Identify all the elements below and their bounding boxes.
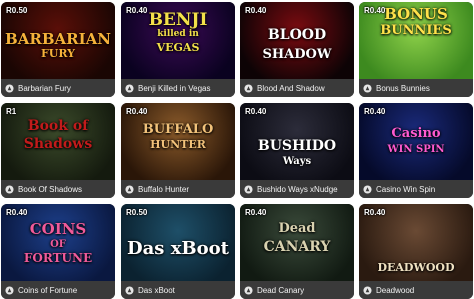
game-tile[interactable]: BENJI killed in VEGAS R0.40 Benji Killed in …	[121, 2, 235, 97]
provider-logo-icon	[363, 184, 372, 194]
game-grid: BARBARIAN FURY R0.50 Barbarian Fury BENJI kil…	[0, 0, 474, 299]
provider-logo-icon	[363, 83, 372, 93]
thumbnail-title-text: WIN SPIN	[387, 144, 445, 155]
game-caption-bar[interactable]: Blood And Shadow	[240, 79, 354, 97]
game-name[interactable]: Bonus Bunnies	[376, 84, 430, 93]
game-caption-bar[interactable]: Bushido Ways xNudge	[240, 180, 354, 198]
game-caption-bar[interactable]: Bonus Bunnies	[359, 79, 473, 97]
thumbnail-title-text: FORTUNE	[23, 251, 93, 265]
thumbnail-title-text: SHADOW	[262, 47, 332, 62]
game-name[interactable]: Bushido Ways xNudge	[257, 185, 338, 194]
min-bet-label: R0.40	[245, 107, 267, 116]
min-bet-label: R0.40	[364, 208, 386, 217]
provider-logo-icon	[363, 285, 372, 295]
min-bet-label: R0.40	[245, 6, 267, 15]
provider-logo-icon	[244, 285, 253, 295]
game-caption-bar[interactable]: Dead Canary	[240, 281, 354, 299]
provider-logo-icon	[125, 184, 134, 194]
thumbnail-title-text: BUSHIDO	[257, 138, 337, 154]
game-caption-bar[interactable]: Das xBoot	[121, 281, 235, 299]
thumbnail-title-text: HUNTER	[150, 138, 206, 151]
thumbnail-title-text: FURY	[40, 47, 76, 60]
min-bet-label: R1	[6, 107, 17, 116]
game-caption-bar[interactable]: Benji Killed in Vegas	[121, 79, 235, 97]
provider-logo-icon	[5, 83, 14, 93]
provider-logo-icon	[125, 285, 134, 295]
game-caption-bar[interactable]: Casino Win Spin	[359, 180, 473, 198]
thumbnail-title-text: DEADWOOD	[377, 261, 455, 274]
thumbnail-title-text: BUFFALO	[142, 122, 214, 137]
game-tile[interactable]: BUFFALO HUNTER R0.40 Buffalo Hunter	[121, 103, 235, 198]
min-bet-label: R0.40	[364, 6, 386, 15]
provider-logo-icon	[5, 184, 14, 194]
game-tile[interactable]: Dead CANARY R0.40 Dead Canary	[240, 204, 354, 299]
game-caption-bar[interactable]: Barbarian Fury	[1, 79, 115, 97]
provider-logo-icon	[5, 285, 14, 295]
thumbnail-title-text: Casino	[391, 126, 441, 141]
game-name[interactable]: Blood And Shadow	[257, 84, 325, 93]
thumbnail-title-text: BARBARIAN	[5, 30, 111, 48]
min-bet-label: R0.40	[126, 107, 148, 116]
game-tile[interactable]: BUSHIDO Ways R0.40 Bushido Ways xNudge	[240, 103, 354, 198]
thumbnail-title-text: OF	[50, 239, 66, 250]
game-caption-bar[interactable]: Book Of Shadows	[1, 180, 115, 198]
thumbnail-title-text: COINS	[29, 220, 87, 238]
min-bet-label: R0.50	[6, 6, 28, 15]
game-thumbnail[interactable]: Book of Shadows	[1, 103, 115, 180]
game-tile[interactable]: BARBARIAN FURY R0.50 Barbarian Fury	[1, 2, 115, 97]
min-bet-label: R0.40	[245, 208, 267, 217]
game-caption-bar[interactable]: Deadwood	[359, 281, 473, 299]
thumbnail-title-text: Ways	[282, 156, 312, 167]
game-caption-bar[interactable]: Buffalo Hunter	[121, 180, 235, 198]
game-caption-bar[interactable]: Coins of Fortune	[1, 281, 115, 299]
thumbnail-title-text: Book of	[27, 118, 89, 134]
min-bet-label: R0.50	[126, 208, 148, 217]
thumbnail-title-text: Dead	[278, 221, 316, 236]
thumbnail-title-text: VEGAS	[156, 41, 200, 54]
provider-logo-icon	[244, 184, 253, 194]
min-bet-label: R0.40	[6, 208, 28, 217]
thumbnail-title-text: Shadows	[23, 136, 93, 152]
game-name[interactable]: Das xBoot	[138, 286, 175, 295]
game-name[interactable]: Book Of Shadows	[18, 185, 82, 194]
game-tile[interactable]: BLOOD SHADOW R0.40 Blood And Shadow	[240, 2, 354, 97]
thumbnail-title-text: Das xBoot	[127, 238, 229, 259]
game-tile[interactable]: Book of Shadows R1 Book Of Shadows	[1, 103, 115, 198]
game-name[interactable]: Coins of Fortune	[18, 286, 77, 295]
thumbnail-title-text: BUNNIES	[380, 23, 452, 38]
min-bet-label: R0.40	[126, 6, 148, 15]
game-tile[interactable]: COINS OF FORTUNE R0.40 Coins of Fortune	[1, 204, 115, 299]
thumbnail-title-text: CANARY	[263, 239, 331, 255]
game-tile[interactable]: BONUS BUNNIES R0.40 Bonus Bunnies	[359, 2, 473, 97]
thumbnail-title-text: killed in	[157, 29, 199, 39]
game-name[interactable]: Barbarian Fury	[18, 84, 71, 93]
game-tile[interactable]: Das xBoot R0.50 Das xBoot	[121, 204, 235, 299]
game-tile[interactable]: DEADWOOD R0.40 Deadwood	[359, 204, 473, 299]
provider-logo-icon	[125, 83, 134, 93]
game-name[interactable]: Deadwood	[376, 286, 414, 295]
provider-logo-icon	[244, 83, 253, 93]
min-bet-label: R0.40	[364, 107, 386, 116]
game-name[interactable]: Dead Canary	[257, 286, 304, 295]
game-name[interactable]: Benji Killed in Vegas	[138, 84, 211, 93]
game-tile[interactable]: Casino WIN SPIN R0.40 Casino Win Spin	[359, 103, 473, 198]
thumbnail-title-text: BLOOD	[267, 27, 327, 43]
game-name[interactable]: Casino Win Spin	[376, 185, 435, 194]
game-name[interactable]: Buffalo Hunter	[138, 185, 189, 194]
